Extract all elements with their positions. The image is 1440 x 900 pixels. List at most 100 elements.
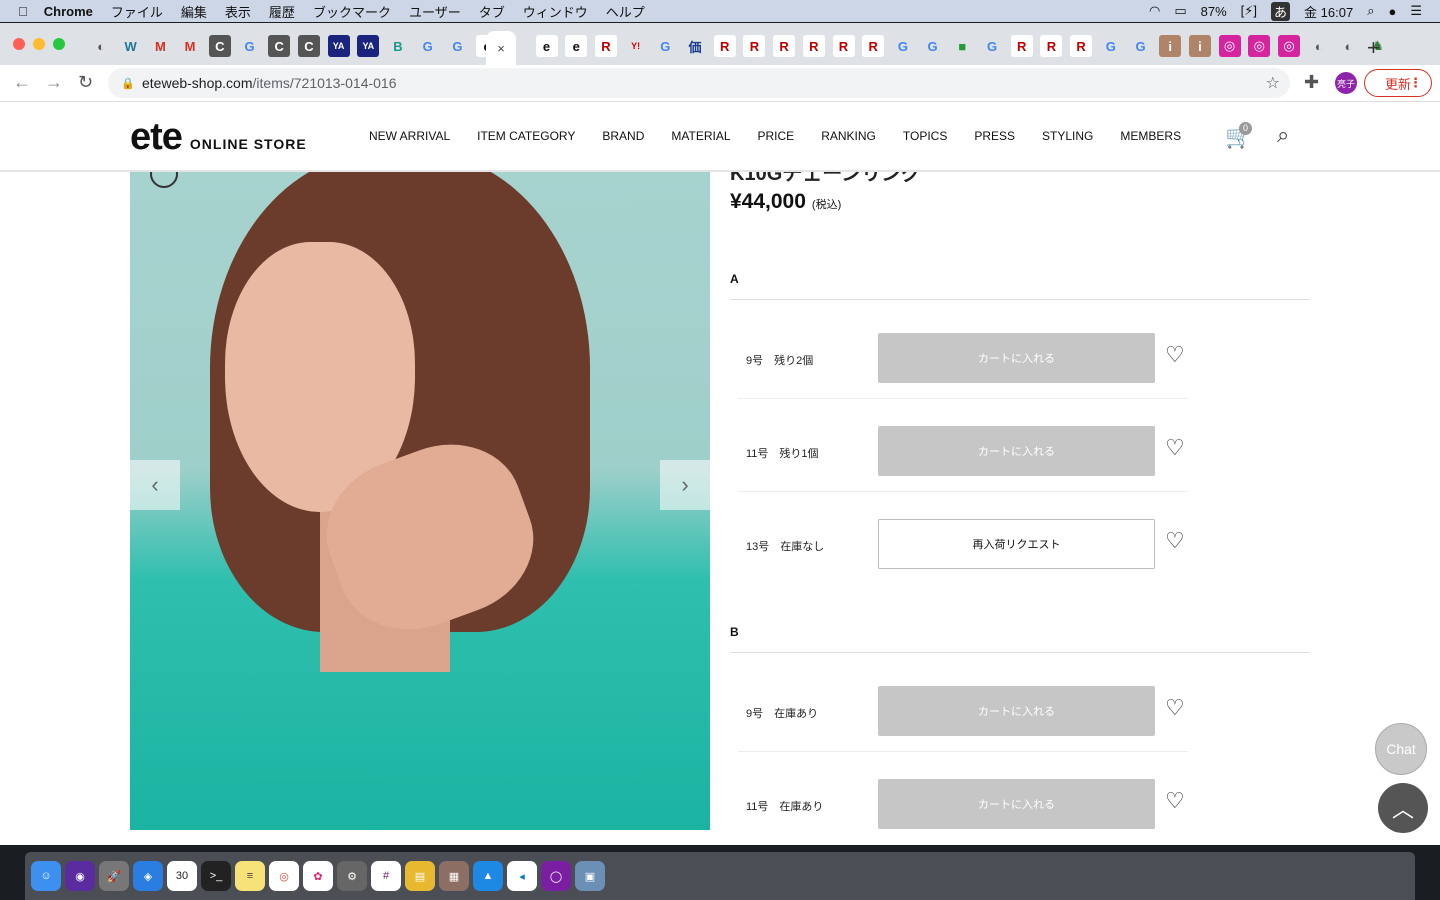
dock-app-icon[interactable]: # [371,861,401,891]
browser-tab[interactable]: ◎ [1218,35,1241,57]
nav-item[interactable]: RANKING [821,129,876,143]
browser-tab[interactable]: C [268,35,291,57]
browser-tab[interactable]: R [1040,35,1063,57]
favorite-heart-icon[interactable]: ♡ [1165,695,1185,721]
dock-app-icon[interactable]: ◂ [507,861,537,891]
back-button[interactable]: ← [13,72,31,93]
browser-tab[interactable]: R [713,35,736,57]
add-to-cart-button[interactable]: カートに入れる [878,686,1155,736]
dock-app-icon[interactable]: ≡ [235,861,265,891]
dock-app-icon[interactable]: ☺ [31,861,61,891]
menu-app-name[interactable]: Chrome [44,4,93,19]
nav-item[interactable]: STYLING [1042,129,1093,143]
nav-item[interactable]: ITEM CATEGORY [477,129,575,143]
browser-tab[interactable]: G [892,35,914,57]
browser-tab[interactable]: Y! [625,35,647,57]
browser-tab[interactable]: G [446,35,468,57]
scroll-to-top-button[interactable]: ︿ [1378,783,1428,833]
browser-tab[interactable]: ◐ [90,35,112,57]
add-to-cart-button[interactable]: カートに入れる [878,426,1155,476]
menu-item[interactable]: ユーザー [409,2,461,21]
browser-tab[interactable]: R [802,35,825,57]
siri-icon[interactable]: ● [1388,4,1396,19]
update-button[interactable]: 更新 ⋮ [1364,69,1432,97]
browser-tab[interactable]: 価 [684,35,706,57]
browser-tab[interactable]: M [179,35,201,57]
menu-item[interactable]: ヘルプ [606,2,645,21]
dock-app-icon[interactable]: 🚀 [99,861,129,891]
carousel-prev-button[interactable]: ‹ [130,460,180,510]
favorite-heart-icon[interactable]: ♡ [1165,788,1185,814]
favorite-heart-icon[interactable]: ♡ [1165,435,1185,461]
spotlight-icon[interactable]: ⌕ [1367,3,1374,19]
favorite-heart-icon[interactable]: ♡ [1165,342,1185,368]
nav-item[interactable]: PRESS [974,129,1015,143]
browser-tab[interactable]: R [1070,35,1093,57]
browser-tab[interactable]: M [149,35,171,57]
chat-button[interactable]: Chat [1375,723,1427,775]
browser-tab[interactable]: C [297,35,320,57]
battery-status[interactable]: 87% [1201,4,1227,19]
browser-tab[interactable]: e [535,35,558,57]
carousel-next-button[interactable]: › [660,460,710,510]
menu-item[interactable]: 表示 [225,2,251,21]
menu-item[interactable]: ウィンドウ [523,2,588,21]
notification-center-icon[interactable]: ☰ [1410,3,1422,19]
dock-app-icon[interactable]: ◎ [269,861,299,891]
extensions-icon[interactable]: ✚ [1304,72,1319,93]
browser-tab[interactable]: R [773,35,796,57]
browser-tab[interactable]: G [654,35,676,57]
dock-app-icon[interactable]: ▲ [473,861,503,891]
favorite-heart-icon[interactable]: ♡ [1165,528,1185,554]
browser-tab[interactable]: ◎ [1248,35,1271,57]
menu-item[interactable]: ファイル [111,2,163,21]
lock-icon[interactable]: 🔒 [121,77,135,90]
browser-tab[interactable]: ◐ [1337,35,1359,57]
restock-request-button[interactable]: 再入荷リクエスト [878,519,1155,569]
nav-item[interactable]: NEW ARRIVAL [369,129,450,143]
browser-tab[interactable]: ◎ [1278,35,1300,57]
bookmark-star-icon[interactable]: ☆ [1266,73,1280,93]
nav-item[interactable]: BRAND [602,129,644,143]
zoom-icon[interactable] [150,172,178,188]
browser-tab[interactable]: i [1159,35,1182,57]
browser-tab[interactable]: W [120,35,142,57]
browser-tab[interactable]: C [208,35,231,57]
close-tab-icon[interactable]: × [497,41,505,56]
dock-app-icon[interactable]: ◯ [541,861,571,891]
dock-app-icon[interactable]: 30 [167,861,197,891]
dock-app-icon[interactable]: ◉ [65,861,95,891]
browser-tab[interactable]: R [832,35,855,57]
dock-app-icon[interactable]: ▣ [575,861,605,891]
nav-item[interactable]: TOPICS [903,129,947,143]
browser-tab[interactable]: R [594,35,617,57]
clock[interactable]: 金 16:07 [1304,2,1353,21]
browser-tab[interactable]: G [1130,35,1152,57]
wifi-icon[interactable]: ◠ [1149,3,1160,19]
nav-item[interactable]: PRICE [758,129,795,143]
browser-tab[interactable]: G [1100,35,1122,57]
nav-item[interactable]: MEMBERS [1120,129,1181,143]
reload-button[interactable]: ↻ [78,72,93,93]
browser-tab[interactable]: G [922,35,944,57]
input-method[interactable]: あ [1271,1,1291,21]
airplay-icon[interactable]: ▭ [1174,3,1186,19]
menu-item[interactable]: タブ [479,2,505,21]
add-to-cart-button[interactable]: カートに入れる [878,333,1155,383]
dock-app-icon[interactable]: ◈ [133,861,163,891]
forward-button[interactable]: → [45,72,63,93]
browser-tab[interactable]: R [862,35,885,57]
dock-app-icon[interactable]: >_ [201,861,231,891]
browser-tab[interactable]: B [387,35,409,57]
menu-item[interactable]: 履歴 [269,2,295,21]
apple-menu-icon[interactable]:  [18,4,28,19]
new-tab-button[interactable]: + [1367,35,1380,61]
minimize-window-button[interactable] [33,38,45,50]
browser-tab[interactable]: G [417,35,439,57]
browser-tab[interactable]: G [239,35,261,57]
search-icon[interactable]: ⌕ [1277,122,1289,148]
maximize-window-button[interactable] [53,38,65,50]
browser-tab[interactable]: i [1188,35,1211,57]
browser-tab[interactable]: ■ [951,35,973,57]
dock-app-icon[interactable]: ✿ [303,861,333,891]
